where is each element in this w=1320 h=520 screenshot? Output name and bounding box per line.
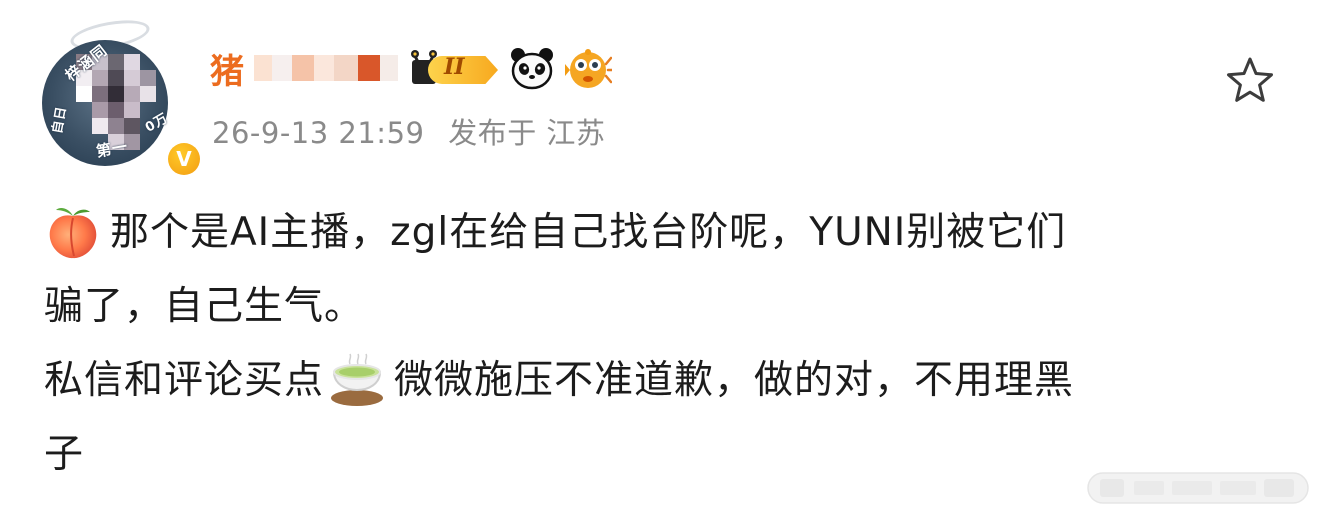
verified-badge: V [164,139,204,179]
favorite-button[interactable] [1222,52,1278,108]
post-line-3-after: 微微施压不准道歉，做的对，不用理黑 [394,358,1075,403]
post-meta: 26-9-13 21:59 发布于 江苏 [212,110,619,152]
post-timestamp: 26-9-13 21:59 [212,116,425,150]
author-avatar[interactable]: 梓涵同 自日 第一 0万 V [40,15,204,179]
watermark-logo [1087,472,1309,504]
post-location: 发布于 江苏 [448,116,606,150]
post-line-4-text: 子 [44,432,85,477]
member-level-badge[interactable]: II [408,48,500,88]
post-line-2-text: 骗了，自己生气。 [44,284,365,329]
post-line-1-text: 那个是AI主播，zgl在给自己找台阶呢，YUNI别被它们 [110,210,1067,255]
post-line-1: 那个是AI主播，zgl在给自己找台阶呢，YUNI别被它们 [44,196,1284,270]
pufferfish-icon [565,49,612,88]
post-line-2: 骗了，自己生气。 [44,270,1284,344]
author-name[interactable]: 猪 [210,44,244,93]
post-line-3-before: 私信和评论买点 [44,358,325,403]
tea-emoji-icon [331,353,384,406]
post-body: 那个是AI主播，zgl在给自己找台阶呢，YUNI别被它们 骗了，自己生气。 私信… [44,196,1284,492]
verified-v-icon: V [168,143,200,175]
peach-emoji-icon [49,208,97,259]
author-name-row: 猪 II [210,42,612,94]
post-line-3: 私信和评论买点 微微施压不准道歉，做的对，不用理黑 [44,344,1284,418]
censored-username-mosaic [254,51,404,85]
star-icon [1227,57,1273,102]
panda-icon [511,48,553,90]
level-label: II [444,54,465,80]
